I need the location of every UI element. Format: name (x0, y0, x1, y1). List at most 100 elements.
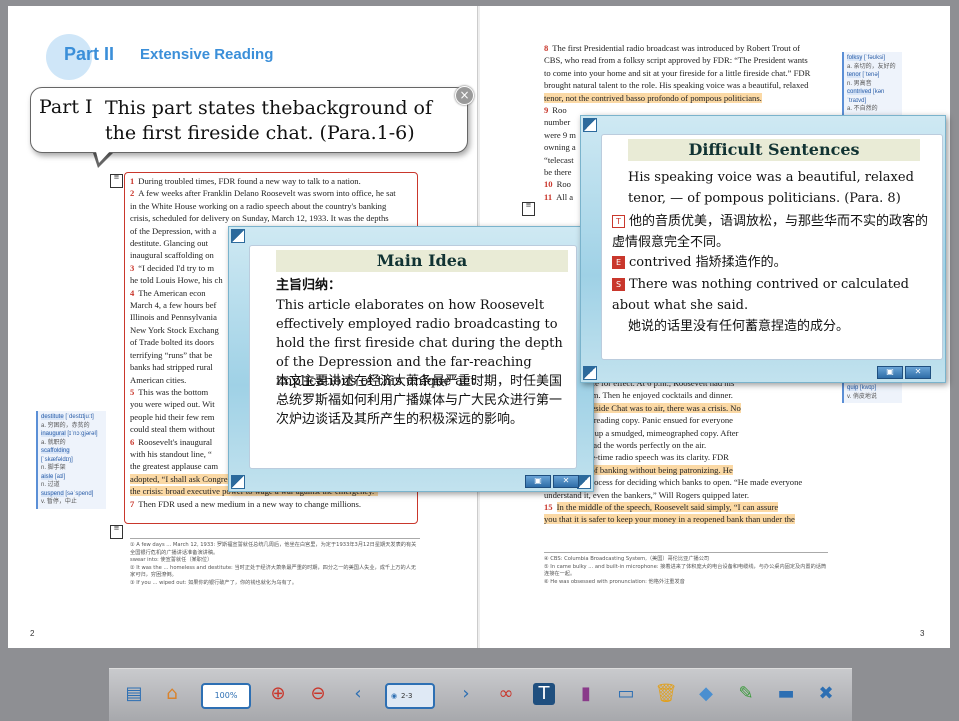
screen-icon[interactable]: ▭ (613, 681, 639, 707)
paragraph-text: Roo (552, 105, 567, 116)
toolbox-icon[interactable]: ▤ (121, 681, 147, 707)
glossary-entry: contrived [kənˈtraɪvd] a. 不自然的 (847, 89, 885, 112)
main-idea-content: Main Idea 主旨归纳： This article elaborates … (249, 245, 577, 469)
paragraph-text: with his standout line, “ (130, 448, 212, 459)
footnotes: ① A few days ... March 12, 1933: 罗斯福宣誓就任… (130, 542, 420, 587)
previous-page-icon[interactable]: ‹ (345, 681, 371, 707)
footnote: ③ If you ... wiped out: 如果你的银行破产了，你的钱也就化… (130, 579, 298, 586)
paragraph-text: people hid their few rem (130, 411, 215, 422)
sample-row: S There was nothing contrived or calculat… (612, 277, 909, 313)
footnote: ⑤ In came bulky ... and built-in microph… (544, 563, 827, 578)
paragraph-text: terrifying “runs” that be (130, 349, 213, 360)
paragraph-text: In the middle of the speech, Roosevelt s… (556, 502, 779, 513)
header-title: Extensive Reading (140, 46, 274, 63)
minimize-icon[interactable]: ▬ (773, 681, 799, 707)
paragraph-text: owning a (544, 142, 576, 153)
paragraph-text: to come into your home and sit at your f… (544, 67, 811, 78)
paragraph-line: 8 The first Presidential radio broadcast … (544, 42, 828, 54)
paragraph-number: 3 (130, 262, 135, 273)
paragraph-text: of the Depression, with a (130, 225, 217, 236)
glossary-box: folksy [ˈfəʊksi] a. 亲切的，友好的 tenor [ˈtenə] n… (842, 52, 902, 116)
footnote: ④ CBS: Columbia Broadcasting System,（美国）… (544, 556, 710, 562)
resize-corner-icon[interactable] (577, 475, 591, 489)
paragraph-text: Illinois and Pennsylvania (130, 312, 217, 323)
paragraph-number: 2 (130, 188, 135, 199)
paragraph-number: 4 (130, 287, 135, 298)
callout-tail-fill (95, 148, 113, 163)
header-part: Part II (64, 44, 115, 64)
paragraph-text: of Trade bolted its doors (130, 337, 215, 348)
glossary-entry: suspend [səˈspend] v. 暂停，中止 (41, 490, 94, 505)
paragraph-line: you that it is safer to keep your money … (544, 513, 828, 525)
paragraph-text: American cities. (130, 374, 187, 385)
paragraph-text: All a (556, 191, 574, 202)
glossary-entry: aisle [aɪl] n. 过道 (41, 473, 66, 488)
paragraph-number: 9 (544, 105, 549, 116)
paragraph-number: 7 (130, 498, 135, 509)
note-icon[interactable]: ≡ (522, 202, 535, 216)
glossary-entry: inaugural [ɪˈnɔːgjərəl] a. 就职的 (41, 431, 98, 446)
paragraph-text: the greatest applause cam (130, 461, 219, 472)
glossary-entry: scaffolding [ˈskæfəldɪŋ] n. 脚手架 (41, 448, 73, 471)
note-icon[interactable]: ≡ (110, 525, 123, 539)
resize-corner-icon[interactable] (231, 229, 245, 243)
paragraph-number: 8 (544, 43, 549, 53)
paragraph-line: crisis, scheduled for delivery on Sunday… (130, 212, 414, 224)
paragraph-text: The first Presidential radio broadcast w… (552, 43, 801, 53)
paragraph-text: “telecast (544, 154, 574, 165)
paragraph-number: 5 (130, 386, 135, 397)
bookmark-icon[interactable]: ▮ (573, 681, 599, 707)
paragraph-text: brought natural talent to the role. His … (544, 80, 809, 91)
resize-corner-icon[interactable] (583, 118, 597, 132)
pen-icon[interactable]: ✎ (733, 681, 759, 707)
zoom-level[interactable]: 100% (201, 683, 251, 709)
next-page-icon[interactable]: › (453, 681, 479, 707)
paragraph-text: crisis, scheduled for delivery on Sunday… (130, 213, 389, 224)
paragraph-number: 6 (130, 436, 135, 447)
paragraph-text: you that it is safer to keep your money … (544, 514, 795, 525)
text-tool-icon[interactable]: T (533, 683, 555, 705)
close-button[interactable]: ✕ (905, 366, 931, 379)
trash-icon[interactable]: 🗑 (653, 681, 679, 707)
eraser-icon[interactable]: ◆ (693, 681, 719, 707)
close-button[interactable]: ✕ (553, 475, 579, 488)
paragraph-text: Roosevelt's inaugural (138, 436, 213, 447)
page-number: 3 (920, 629, 925, 638)
paragraph-line: to come into your home and sit at your f… (544, 67, 828, 79)
zoom-in-icon[interactable]: ⊕ (265, 681, 291, 707)
exit-icon[interactable]: ✖ (813, 681, 839, 707)
paragraph-line: 1 During troubled times, FDR found a new … (130, 175, 414, 187)
maximize-button[interactable]: ▣ (877, 366, 903, 379)
difficult-sentences-content: Difficult Sentences His speaking voice w… (601, 134, 943, 360)
paragraph-text: number (544, 117, 571, 128)
page-number: 2 (30, 629, 35, 638)
paragraph-text: A few weeks after Franklin Delano Roosev… (138, 188, 396, 199)
resize-corner-icon[interactable] (231, 475, 245, 489)
glossary-entry: quip [kwɪp] v. 俏皮地说 (847, 385, 877, 400)
callout-label: Part I (39, 96, 93, 118)
paragraph-line: 7 Then FDR used a new medium in a new way… (130, 498, 414, 510)
footnotes: ④ CBS: Columbia Broadcasting System,（美国）… (544, 556, 828, 586)
paragraph-text: “I decided I'd try to m (138, 262, 215, 273)
zoom-out-icon[interactable]: ⊖ (305, 681, 331, 707)
home-icon[interactable]: ⌂ (159, 681, 185, 707)
callout-close-button[interactable]: × (455, 86, 474, 105)
glossary-box: destitute [ˈdestɪtjuːt] a. 穷困的，赤贫的 inaugur… (36, 411, 106, 509)
paragraph-text: Roo (556, 179, 571, 190)
resize-corner-icon[interactable] (583, 366, 597, 380)
paragraph-text: This was the bottom (138, 386, 209, 397)
paragraph-text: he told Louis Howe, his ch (130, 275, 223, 286)
callout-text: This part states thebackground of the fi… (105, 97, 432, 144)
glossary-entry: destitute [ˈdestɪtjuːt] a. 穷困的，赤贫的 (41, 414, 94, 429)
glossary-box: quip [kwɪp] v. 俏皮地说 (842, 382, 902, 403)
paragraph-number: 1 (130, 176, 135, 186)
bottom-toolbar: ▤ ⌂ 100% ⊕ ⊖ ‹ ◉ 2-3 › ∞ T ▮ ▭ 🗑 ◆ ✎ ▬ ✖ (109, 668, 852, 721)
maximize-button[interactable]: ▣ (525, 475, 551, 488)
glossary-entry: folksy [ˈfəʊksi] a. 亲切的，友好的 (847, 55, 896, 70)
paragraph-text: Then FDR used a new medium in a new way … (138, 498, 361, 509)
note-icon[interactable]: ≡ (110, 174, 123, 188)
paragraph-line: tenor, not the contrived basso profondo … (544, 92, 828, 104)
page-indicator[interactable]: ◉ 2-3 (385, 683, 435, 709)
paragraph-number: 10 (544, 179, 553, 190)
link-icon[interactable]: ∞ (493, 681, 519, 707)
